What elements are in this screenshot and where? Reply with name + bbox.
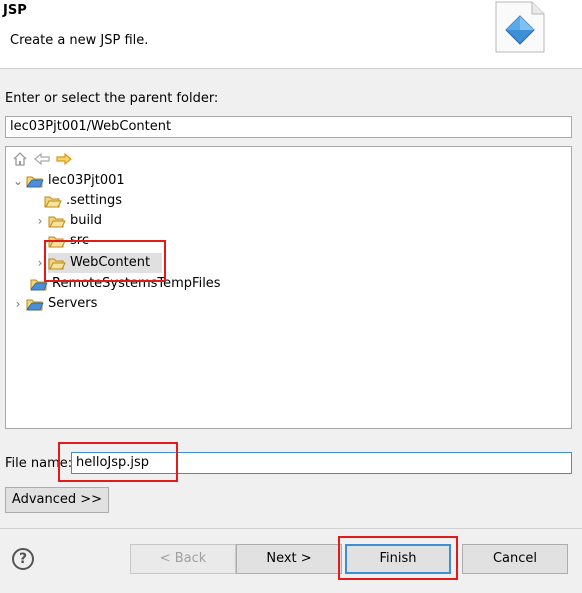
file-name-label: File name: xyxy=(5,456,73,471)
folder-icon xyxy=(48,216,66,228)
tree-item-label: src xyxy=(70,233,89,248)
next-button[interactable]: Next > xyxy=(236,544,342,574)
wizard-description: Create a new JSP file. xyxy=(10,33,149,48)
tree-item-src[interactable]: src xyxy=(34,231,314,251)
tree-item-webcontent[interactable]: › WebContent xyxy=(34,253,162,273)
project-icon xyxy=(26,299,44,311)
back-button[interactable]: < Back xyxy=(130,544,236,574)
folder-icon xyxy=(48,236,66,248)
chevron-down-icon[interactable]: ⌄ xyxy=(12,171,24,191)
tree-item-label: lec03Pjt001 xyxy=(48,173,125,188)
chevron-right-icon[interactable]: › xyxy=(34,253,46,273)
finish-button[interactable]: Finish xyxy=(345,544,451,574)
advanced-button[interactable]: Advanced >> xyxy=(5,487,109,513)
chevron-right-icon[interactable]: › xyxy=(12,294,24,314)
help-icon[interactable]: ? xyxy=(12,548,34,570)
project-icon xyxy=(30,279,48,291)
parent-folder-label: Enter or select the parent folder: xyxy=(5,91,219,106)
tree-item-remotesystemstempfiles[interactable]: RemoteSystemsTempFiles xyxy=(16,274,316,294)
wizard-header: JSP Create a new JSP file. xyxy=(0,0,582,69)
tree-item-label: WebContent xyxy=(70,255,151,270)
wizard-title: JSP xyxy=(3,3,27,18)
tree-item-lec03pjt001[interactable]: ⌄ lec03Pjt001 xyxy=(12,171,312,191)
folder-tree[interactable]: ⌄ lec03Pjt001 .settings › build src › We… xyxy=(5,146,572,429)
chevron-right-icon[interactable]: › xyxy=(34,211,46,231)
tree-item-label: Servers xyxy=(48,296,98,311)
tree-item-servers[interactable]: › Servers xyxy=(12,294,312,314)
tree-item-build[interactable]: › build xyxy=(34,211,314,231)
folder-icon xyxy=(48,258,66,270)
tree-item-label: RemoteSystemsTempFiles xyxy=(52,276,221,291)
button-bar-separator xyxy=(0,528,582,529)
home-icon[interactable] xyxy=(12,152,28,166)
back-arrow-icon[interactable] xyxy=(34,152,50,166)
folder-icon xyxy=(44,196,62,208)
tree-item-label: build xyxy=(70,213,102,228)
project-icon xyxy=(26,176,44,188)
forward-arrow-icon[interactable] xyxy=(56,152,72,166)
tree-item-settings[interactable]: .settings xyxy=(30,191,310,211)
jsp-wizard-icon xyxy=(495,1,545,53)
file-name-input[interactable]: helloJsp.jsp xyxy=(71,452,572,474)
cancel-button[interactable]: Cancel xyxy=(462,544,568,574)
parent-folder-input[interactable]: lec03Pjt001/WebContent xyxy=(5,116,572,138)
tree-item-label: .settings xyxy=(66,193,122,208)
